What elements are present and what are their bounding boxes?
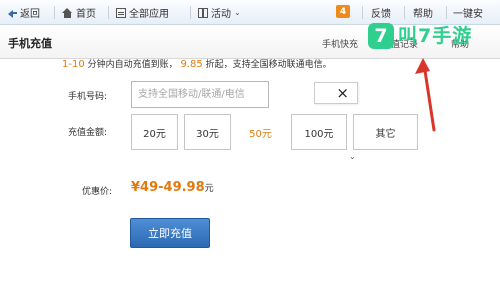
apps-grid-icon xyxy=(116,7,126,18)
home-label: 首页 xyxy=(76,9,96,20)
phone-input[interactable] xyxy=(131,81,269,108)
amount-option-100[interactable]: 100元 xyxy=(291,114,347,150)
nav-divider xyxy=(362,6,363,19)
back-button[interactable]: 返回 xyxy=(7,0,40,25)
chevron-down-icon[interactable]: ⌄ xyxy=(349,152,356,161)
recharge-now-button[interactable]: 立即充值 xyxy=(130,218,210,248)
amount-label: 充值金额: xyxy=(68,128,108,138)
nav-divider xyxy=(190,6,191,19)
activity-icon xyxy=(198,7,208,18)
nav-divider xyxy=(108,6,109,19)
amount-option-20[interactable]: 20元 xyxy=(131,114,178,150)
nav-divider xyxy=(54,6,55,19)
price-value: ¥49-49.98元 xyxy=(131,180,214,195)
phone-label: 手机号码: xyxy=(68,92,108,102)
notice-text-1: 分钟内自动充值到账， xyxy=(84,60,181,70)
back-arrow-icon xyxy=(7,8,17,18)
page-title: 手机充值 xyxy=(8,37,52,50)
recharge-notice: 1-10 分钟内自动充值到账， 9.85 折起，支持全国移动联通电信。 xyxy=(62,57,332,70)
chevron-down-icon: ⌄ xyxy=(234,8,241,17)
quick-recharge-link[interactable]: 手机快充 xyxy=(322,37,358,50)
nav-divider xyxy=(446,6,447,19)
notice-text-2: 折起，支持全国移动联通电信。 xyxy=(202,60,332,70)
amount-option-50[interactable]: 50元 xyxy=(237,114,284,150)
close-icon[interactable]: × xyxy=(336,84,349,102)
watermark-text: 叫7手游 xyxy=(398,25,473,47)
notice-minutes: 1-10 xyxy=(62,59,85,70)
amount-option-30[interactable]: 30元 xyxy=(184,114,231,150)
price-unit: 元 xyxy=(204,184,214,194)
activity-label: 活动 xyxy=(211,9,231,20)
feedback-link[interactable]: 反馈 xyxy=(371,0,391,25)
phone-tooltip: × xyxy=(314,82,358,104)
back-label: 返回 xyxy=(20,9,40,20)
activity-dropdown[interactable]: 活动 ⌄ xyxy=(198,0,241,25)
nav-divider xyxy=(404,6,405,19)
price-label: 优惠价: xyxy=(82,187,113,197)
price-amount: ¥49-49.98 xyxy=(131,180,205,195)
all-apps-label: 全部应用 xyxy=(129,9,169,20)
watermark-logo-icon: 7 xyxy=(368,23,394,49)
notice-discount: 9.85 xyxy=(180,59,203,70)
home-icon xyxy=(62,7,73,18)
notification-badge[interactable]: 4 xyxy=(336,5,350,18)
home-button[interactable]: 首页 xyxy=(62,0,96,25)
all-apps-button[interactable]: 全部应用 xyxy=(116,0,169,25)
amount-option-other[interactable]: 其它 xyxy=(353,114,418,150)
